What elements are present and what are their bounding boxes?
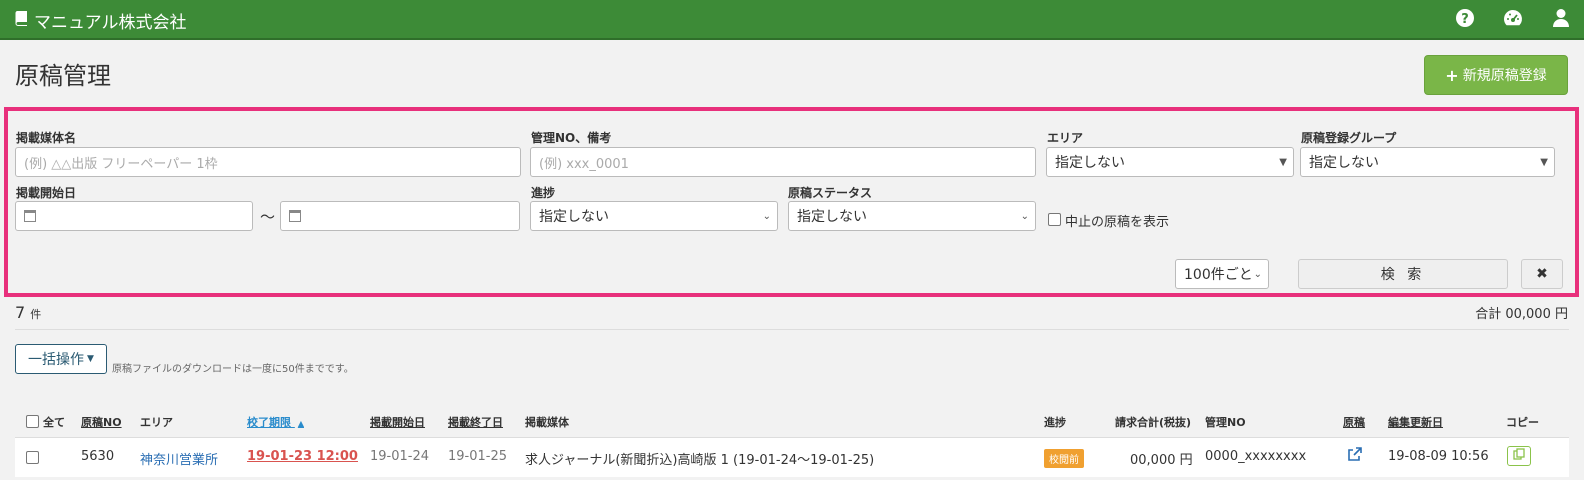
header-deadline[interactable]: 校了期限 ▲	[247, 414, 304, 430]
sort-asc-icon: ▲	[297, 419, 304, 428]
page-title: 原稿管理	[15, 62, 111, 90]
bulk-action-button[interactable]: 一括操作 ▼	[15, 344, 107, 374]
media-input[interactable]: (例) △△出版 フリーペーパー 1枠	[15, 147, 521, 177]
header-area: エリア	[140, 416, 173, 429]
mgmt-label: 管理NO、備考	[531, 131, 612, 145]
clear-button[interactable]: ✖	[1521, 259, 1563, 289]
area-label: エリア	[1047, 131, 1084, 145]
help-icon[interactable]: ?	[1454, 7, 1476, 29]
progress-value: 指定しない	[539, 209, 609, 225]
search-panel: 掲載媒体名 (例) △△出版 フリーペーパー 1枠 管理NO、備考 (例) xx…	[4, 107, 1579, 297]
new-manuscript-button[interactable]: + 新規原稿登録	[1424, 55, 1568, 95]
search-button[interactable]: 検 索	[1298, 259, 1508, 289]
dashboard-icon[interactable]	[1502, 7, 1524, 29]
status-select[interactable]: 指定しない ⌄	[788, 201, 1036, 231]
caret-down-icon: ▼	[1279, 157, 1287, 168]
chevron-down-icon: ⌄	[1253, 269, 1262, 280]
header-media: 掲載媒体	[525, 416, 569, 429]
group-value: 指定しない	[1309, 155, 1379, 171]
area-select[interactable]: 指定しない ▼	[1046, 147, 1294, 177]
status-label: 原稿ステータス	[788, 186, 873, 200]
group-select[interactable]: 指定しない ▼	[1300, 147, 1555, 177]
cell-manuscript-no: 5630	[81, 449, 115, 464]
show-canceled-label: 中止の原稿を表示	[1065, 215, 1170, 230]
brand[interactable]: マニュアル株式会社	[14, 8, 187, 33]
header-end-date[interactable]: 掲載終了日	[448, 414, 503, 430]
start-date-label: 掲載開始日	[16, 186, 77, 200]
cell-area-link[interactable]: 神奈川営業所	[140, 449, 218, 468]
new-manuscript-label: 新規原稿登録	[1462, 68, 1547, 84]
svg-text:?: ?	[1461, 12, 1469, 27]
chevron-down-icon: ⌄	[762, 211, 771, 222]
plus-icon: +	[1445, 65, 1459, 85]
caret-down-icon: ▼	[1540, 157, 1548, 168]
area-value: 指定しない	[1055, 155, 1125, 171]
progress-select[interactable]: 指定しない ⌄	[530, 201, 778, 231]
mgmt-input[interactable]: (例) xxx_0001	[530, 147, 1036, 177]
bulk-action-label: 一括操作	[28, 352, 85, 368]
calendar-icon	[24, 210, 36, 222]
start-date-to-input[interactable]	[280, 201, 520, 231]
header-manuscript-no[interactable]: 原稿NO	[81, 414, 122, 430]
cell-billing: 00,000 円	[1130, 453, 1193, 468]
start-date-from-input[interactable]	[15, 201, 253, 231]
date-range-separator: 〜	[260, 208, 276, 226]
brand-name: マニュアル株式会社	[34, 13, 187, 33]
result-count-value: 7	[15, 303, 26, 322]
status-value: 指定しない	[797, 209, 867, 225]
header-manuscript[interactable]: 原稿	[1343, 414, 1365, 430]
per-page-select[interactable]: 100件ごと ⌄	[1175, 259, 1269, 289]
user-icon[interactable]	[1550, 7, 1572, 29]
total-amount: 合計 00,000 円	[1475, 307, 1568, 322]
calendar-icon	[289, 210, 301, 222]
result-count-unit: 件	[30, 308, 42, 321]
top-navbar: マニュアル株式会社 ?	[0, 0, 1584, 40]
copy-icon	[1513, 448, 1525, 464]
cell-deadline-link[interactable]: 19-01-23 12:00	[247, 449, 358, 464]
cell-mgmt-no: 0000_xxxxxxxx	[1205, 449, 1307, 464]
header-mgmt-no: 管理NO	[1205, 416, 1246, 429]
cell-updated: 19-08-09 10:56	[1388, 449, 1489, 464]
show-canceled-checkbox[interactable]	[1048, 213, 1061, 226]
external-link-icon[interactable]	[1348, 447, 1362, 465]
select-all-checkbox[interactable]	[26, 415, 39, 428]
media-label: 掲載媒体名	[16, 131, 77, 145]
divider	[15, 329, 1569, 330]
per-page-value: 100件ごと	[1184, 267, 1253, 283]
group-label: 原稿登録グループ	[1301, 131, 1397, 145]
cell-start-date: 19-01-24	[370, 449, 430, 464]
download-note: 原稿ファイルのダウンロードは一度に50件までです。	[112, 364, 354, 375]
header-billing: 請求合計(税抜)	[1115, 416, 1192, 429]
header-deadline-label: 校了期限	[247, 416, 291, 429]
cell-end-date: 19-01-25	[448, 449, 508, 464]
cell-media: 求人ジャーナル(新聞折込)高崎版 1 (19-01-24〜19-01-25)	[525, 453, 875, 468]
status-badge: 校閲前	[1044, 449, 1084, 468]
header-start-date[interactable]: 掲載開始日	[370, 414, 425, 430]
header-progress: 進捗	[1044, 416, 1066, 429]
header-copy: コピー	[1506, 416, 1539, 429]
book-icon	[14, 10, 28, 31]
header-select-all: 全て	[43, 416, 65, 429]
progress-label: 進捗	[531, 186, 556, 200]
caret-down-icon: ▼	[87, 354, 94, 364]
chevron-down-icon: ⌄	[1020, 211, 1029, 222]
copy-button[interactable]	[1507, 446, 1531, 466]
result-count: 7 件	[15, 303, 41, 322]
header-updated[interactable]: 編集更新日	[1388, 414, 1443, 430]
row-checkbox[interactable]	[26, 451, 39, 464]
